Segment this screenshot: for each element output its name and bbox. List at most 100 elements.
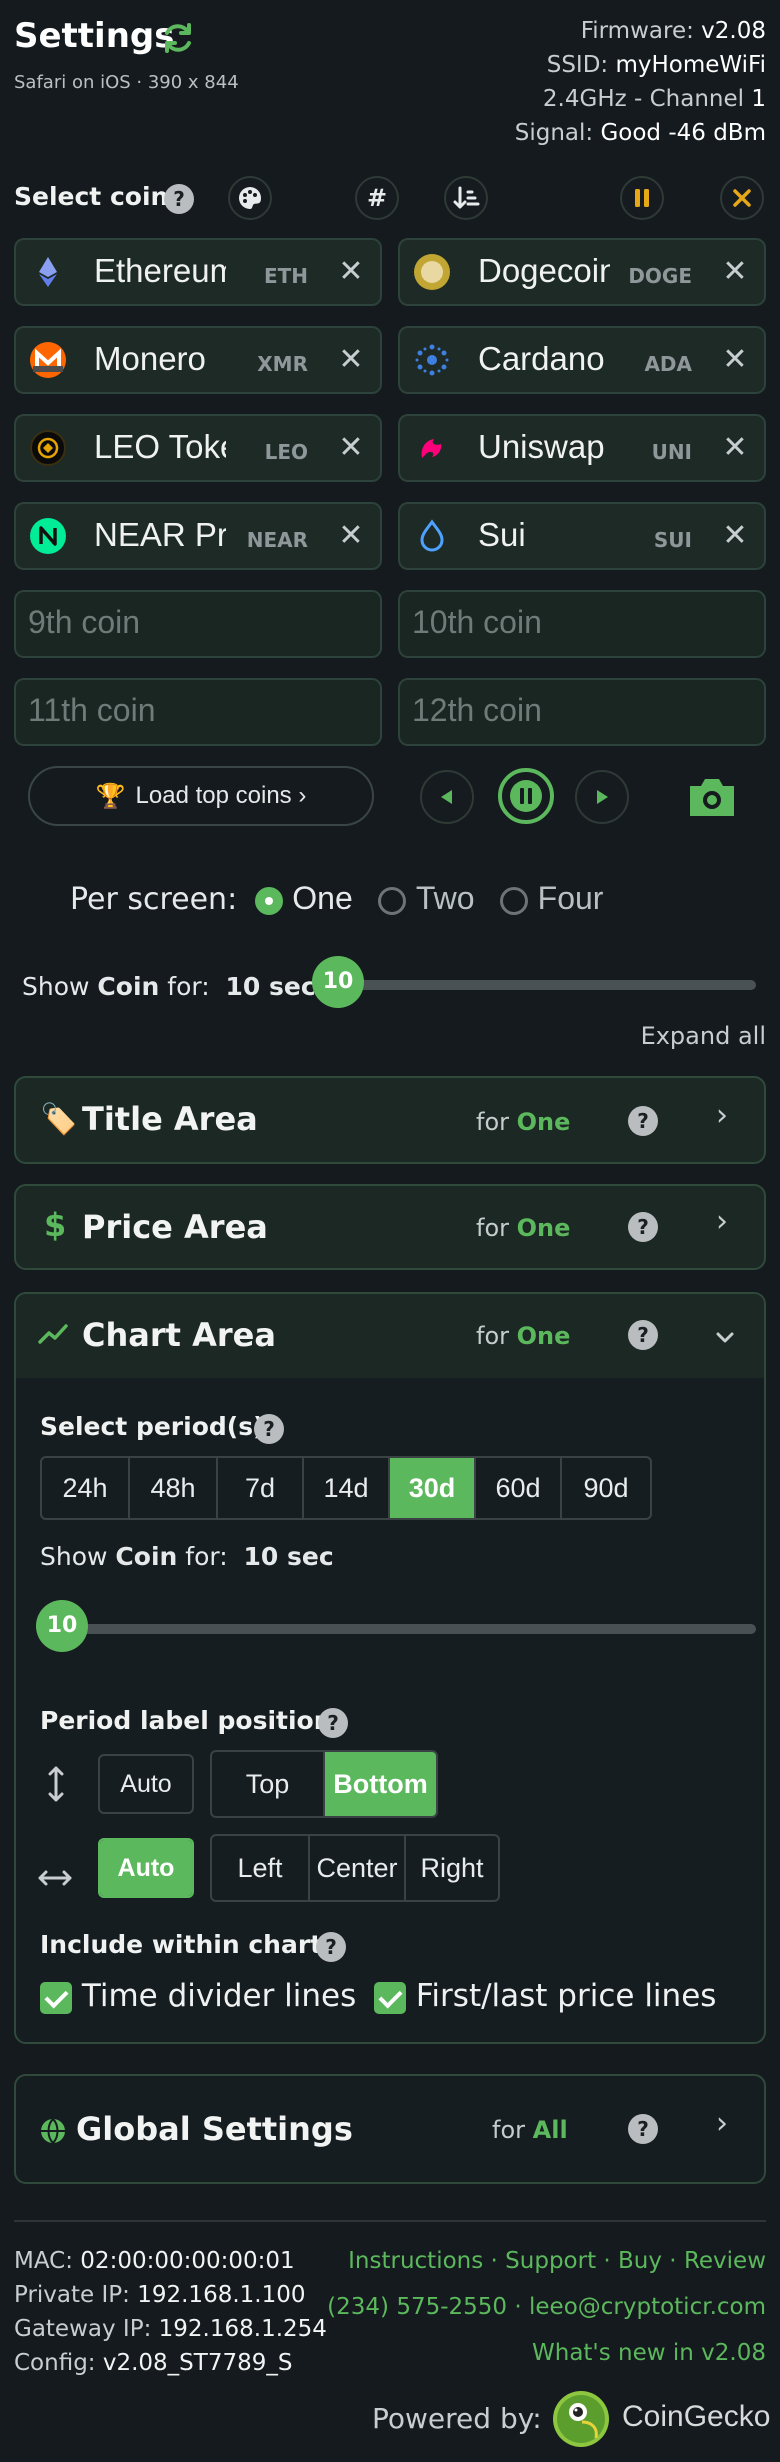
help-icon[interactable]: ?	[628, 1212, 658, 1242]
ethereum-icon	[30, 254, 66, 290]
coin-input[interactable]: 9th coin	[14, 590, 382, 658]
display-time-slider-thumb[interactable]: 10	[312, 956, 364, 1008]
include-help-icon[interactable]: ?	[316, 1932, 346, 1962]
remove-coin-button[interactable]: ✕	[336, 342, 366, 378]
email-link[interactable]: leeo@cryptoticr.com	[529, 2294, 766, 2320]
position-help-icon[interactable]: ?	[318, 1708, 348, 1738]
coin-slot[interactable]: Dogecoin DOGE ✕	[398, 238, 766, 306]
uniswap-icon	[414, 430, 450, 466]
coin-ticker: ADA	[644, 352, 692, 376]
option-label: Two	[415, 880, 475, 916]
remove-coin-button[interactable]: ✕	[720, 254, 750, 290]
browser-info: Safari on iOS · 390 x 844	[14, 72, 239, 93]
refresh-icon[interactable]	[160, 20, 196, 56]
coin-name: LEO Token	[94, 428, 226, 465]
coingecko-brand[interactable]: CoinGecko	[622, 2400, 770, 2434]
pause-playback-button[interactable]	[498, 768, 554, 824]
coin-slot[interactable]: Sui SUI ✕	[398, 502, 766, 570]
coin-slot[interactable]: Uniswap UNI ✕	[398, 414, 766, 482]
palette-button[interactable]	[228, 176, 272, 220]
horizontal-option[interactable]: Center	[310, 1836, 406, 1900]
next-coin-button[interactable]	[575, 770, 629, 824]
select-period-label: Select period(s):	[40, 1412, 275, 1441]
dollar-icon: $	[44, 1206, 67, 1244]
remove-coin-button[interactable]: ✕	[720, 342, 750, 378]
coin-ticker: DOGE	[628, 264, 692, 288]
period-help-icon[interactable]: ?	[254, 1414, 284, 1444]
price-lines-checkbox[interactable]: First/last price lines	[374, 1978, 716, 2014]
chart-area-header[interactable]: Chart Area for One ?	[16, 1294, 764, 1378]
remove-coin-button[interactable]: ✕	[336, 518, 366, 554]
period-option[interactable]: 24h	[42, 1458, 130, 1518]
expand-all-link[interactable]: Expand all	[641, 1022, 766, 1050]
number-button[interactable]: #	[355, 176, 399, 220]
vertical-option[interactable]: Top	[212, 1752, 325, 1816]
price-area-section[interactable]: $ Price Area for One ? ›	[14, 1184, 766, 1270]
buy-link[interactable]: Buy	[618, 2248, 662, 2274]
firmware-label: Firmware:	[580, 18, 694, 44]
period-option-selected[interactable]: 30d	[390, 1458, 476, 1518]
per-screen-option-one[interactable]: One	[254, 880, 353, 917]
period-option[interactable]: 48h	[130, 1458, 218, 1518]
checkbox-label: First/last price lines	[415, 1978, 717, 2014]
period-option[interactable]: 60d	[476, 1458, 562, 1518]
checkbox-checked-icon	[374, 1981, 406, 2014]
review-link[interactable]: Review	[684, 2248, 766, 2274]
period-option[interactable]: 14d	[304, 1458, 390, 1518]
horizontal-arrows-icon	[38, 1870, 72, 1886]
horizontal-option[interactable]: Right	[406, 1836, 498, 1900]
help-icon[interactable]: ?	[628, 1106, 658, 1136]
period-option[interactable]: 90d	[562, 1458, 650, 1518]
chevron-right-icon[interactable]: ›	[716, 2106, 728, 2141]
remove-coin-button[interactable]: ✕	[336, 254, 366, 290]
coin-slot[interactable]: Ethereum ETH ✕	[14, 238, 382, 306]
horizontal-auto-button[interactable]: Auto	[98, 1838, 194, 1898]
help-icon[interactable]: ?	[628, 1320, 658, 1350]
chevron-right-icon[interactable]: ›	[716, 1098, 728, 1133]
chart-time-slider-thumb[interactable]: 10	[36, 1600, 88, 1652]
chevron-right-icon[interactable]: ›	[716, 1204, 728, 1239]
coin-slot[interactable]: NEAR Protocol NEAR ✕	[14, 502, 382, 570]
period-selector: 24h 48h 7d 14d 30d 60d 90d	[40, 1456, 652, 1520]
signal-value: Good -46 dBm	[600, 120, 766, 146]
help-icon[interactable]: ?	[628, 2114, 658, 2144]
clear-coins-button[interactable]	[720, 176, 764, 220]
select-coins-help-icon[interactable]: ?	[164, 184, 194, 214]
chevron-down-icon[interactable]	[714, 1330, 736, 1346]
per-screen-option-four[interactable]: Four	[500, 880, 603, 917]
phone-link[interactable]: (234) 575-2550	[327, 2294, 507, 2320]
remove-coin-button[interactable]: ✕	[336, 430, 366, 466]
coin-name: NEAR Protocol	[94, 516, 226, 553]
previous-coin-button[interactable]	[420, 770, 474, 824]
remove-coin-button[interactable]: ✕	[720, 518, 750, 554]
coin-input[interactable]: 12th coin	[398, 678, 766, 746]
display-time-slider-track[interactable]	[314, 980, 756, 990]
per-screen-option-two[interactable]: Two	[378, 880, 475, 917]
coin-slot[interactable]: LEO Token LEO ✕	[14, 414, 382, 482]
whats-new-link[interactable]: What's new in v2.08	[532, 2340, 766, 2366]
coin-slot[interactable]: Monero XMR ✕	[14, 326, 382, 394]
title-area-section[interactable]: 🏷️ Title Area for One ? ›	[14, 1076, 766, 1164]
camera-icon[interactable]	[686, 772, 738, 820]
remove-coin-button[interactable]: ✕	[720, 430, 750, 466]
vertical-auto-button[interactable]: Auto	[98, 1754, 194, 1814]
vertical-option-selected[interactable]: Bottom	[325, 1752, 436, 1816]
coin-input[interactable]: 11th coin	[14, 678, 382, 746]
coingecko-logo-icon[interactable]	[552, 2390, 610, 2448]
auto-label: Auto	[120, 1769, 172, 1798]
horizontal-option[interactable]: Left	[212, 1836, 310, 1900]
chart-time-slider-track[interactable]	[40, 1624, 756, 1634]
period-option[interactable]: 7d	[218, 1458, 304, 1518]
footer-contact: (234) 575-2550 · leeo@cryptoticr.com	[327, 2294, 766, 2320]
global-settings-section[interactable]: Global Settings for All ? ›	[14, 2074, 766, 2184]
coin-slot[interactable]: Cardano ADA ✕	[398, 326, 766, 394]
support-link[interactable]: Support	[505, 2248, 596, 2274]
sort-button[interactable]	[444, 176, 488, 220]
pause-rotation-button[interactable]	[620, 176, 664, 220]
load-top-coins-button[interactable]: 🏆 Load top coins ›	[28, 766, 374, 826]
tag-icon: 🏷️	[40, 1102, 78, 1137]
instructions-link[interactable]: Instructions	[348, 2248, 483, 2274]
coin-input[interactable]: 10th coin	[398, 590, 766, 658]
time-divider-checkbox[interactable]: Time divider lines	[40, 1978, 356, 2014]
trophy-icon: 🏆	[95, 782, 126, 810]
